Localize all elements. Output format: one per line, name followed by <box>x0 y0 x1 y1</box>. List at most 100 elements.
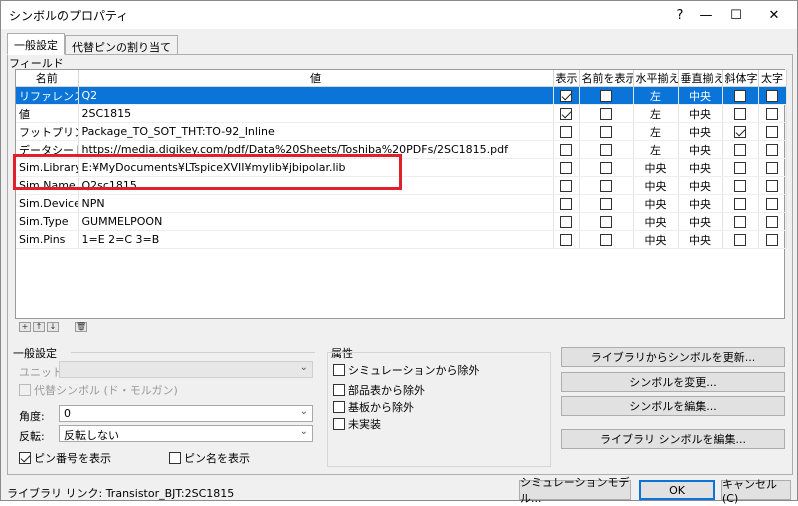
exclude-sim-checkbox[interactable]: シミュレーションから除外 <box>333 362 480 378</box>
cancel-button[interactable]: キャンセル (C) <box>721 478 791 505</box>
field-h-align-cell[interactable]: 中央 <box>633 212 679 231</box>
bold-checkbox[interactable] <box>766 126 778 138</box>
field-row[interactable]: Sim.Library E:¥MyDocuments¥LTspiceXVII¥my… <box>16 158 787 177</box>
header-name[interactable]: 名前 <box>16 70 79 87</box>
update-from-library-button[interactable]: ライブラリからシンボルを更新... <box>561 347 785 367</box>
unit-select[interactable]: ⌄ <box>59 361 313 378</box>
fields-grid[interactable]: 名前 値 表示 名前を表示 水平揃え 垂直揃え 斜体字 太字 リファレンスQ2 左… <box>15 69 787 319</box>
bold-checkbox[interactable] <box>766 180 778 192</box>
bold-checkbox[interactable] <box>766 144 778 156</box>
change-symbol-button[interactable]: シンボルを変更... <box>561 372 785 392</box>
field-v-align-cell[interactable]: 中央 <box>678 176 723 195</box>
field-show-cell[interactable] <box>553 230 580 249</box>
field-value-cell[interactable]: 2SC1815 <box>78 104 554 123</box>
field-show-cell[interactable] <box>553 212 580 231</box>
header-v-align[interactable]: 垂直揃え <box>678 70 723 87</box>
field-h-align-cell[interactable]: 左 <box>633 140 679 159</box>
show-pin-name-box[interactable] <box>169 452 181 464</box>
field-row[interactable]: リファレンスQ2 左中央 <box>16 86 787 105</box>
field-italic-cell[interactable] <box>722 230 759 249</box>
field-v-align-cell[interactable]: 中央 <box>678 140 723 159</box>
field-bold-cell[interactable] <box>758 176 787 195</box>
mirror-select[interactable]: 反転しない ⌄ <box>59 425 313 442</box>
field-italic-cell[interactable] <box>722 176 759 195</box>
header-show[interactable]: 表示 <box>553 70 580 87</box>
field-bold-cell[interactable] <box>758 104 787 123</box>
italic-checkbox[interactable] <box>734 198 746 210</box>
field-show-name-cell[interactable] <box>579 194 634 213</box>
field-v-align-cell[interactable]: 中央 <box>678 104 723 123</box>
field-row[interactable]: Sim.Pins 1=E 2=C 3=B 中央 中央 <box>16 230 787 249</box>
field-show-name-cell[interactable] <box>579 230 634 249</box>
italic-checkbox[interactable] <box>734 162 746 174</box>
field-h-align-cell[interactable]: 中央 <box>633 194 679 213</box>
field-value-cell[interactable]: 1=E 2=C 3=B <box>78 230 554 249</box>
italic-checkbox[interactable] <box>734 126 746 138</box>
italic-checkbox[interactable] <box>734 90 746 102</box>
show-name-checkbox[interactable] <box>600 198 612 210</box>
field-value-cell[interactable]: E:¥MyDocuments¥LTspiceXVII¥mylib¥jbipola… <box>78 158 554 177</box>
field-italic-cell[interactable] <box>722 212 759 231</box>
show-pin-number-box[interactable] <box>19 452 31 464</box>
show-checkbox[interactable] <box>560 198 572 210</box>
show-checkbox[interactable] <box>560 108 572 120</box>
header-italic[interactable]: 斜体字 <box>722 70 759 87</box>
field-v-align-cell[interactable]: 中央 <box>678 86 723 105</box>
header-h-align[interactable]: 水平揃え <box>633 70 679 87</box>
bold-checkbox[interactable] <box>766 90 778 102</box>
field-v-align-cell[interactable]: 中央 <box>678 212 723 231</box>
show-checkbox[interactable] <box>560 90 572 102</box>
edit-library-symbol-button[interactable]: ライブラリ シンボルを編集... <box>561 429 785 449</box>
bold-checkbox[interactable] <box>766 162 778 174</box>
close-button[interactable]: ✕ <box>751 1 797 29</box>
field-italic-cell[interactable] <box>722 140 759 159</box>
field-name-cell[interactable]: リファレンス <box>16 86 79 105</box>
field-h-align-cell[interactable]: 中央 <box>633 158 679 177</box>
field-row[interactable]: Sim.Device NPN 中央 中央 <box>16 194 787 213</box>
dnp-box[interactable] <box>333 418 345 430</box>
field-show-name-cell[interactable] <box>579 122 634 141</box>
add-field-button[interactable]: + <box>19 322 31 332</box>
field-bold-cell[interactable] <box>758 230 787 249</box>
field-show-cell[interactable] <box>553 158 580 177</box>
field-row[interactable]: データシートhttps://media.digikey.com/pdf/Data… <box>16 140 787 159</box>
field-name-cell[interactable]: Sim.Type <box>16 212 79 231</box>
field-h-align-cell[interactable]: 左 <box>633 86 679 105</box>
field-italic-cell[interactable] <box>722 122 759 141</box>
field-italic-cell[interactable] <box>722 86 759 105</box>
field-h-align-cell[interactable]: 中央 <box>633 230 679 249</box>
field-value-cell[interactable]: Q2sc1815 <box>78 176 554 195</box>
field-show-name-cell[interactable] <box>579 212 634 231</box>
field-value-cell[interactable]: https://media.digikey.com/pdf/Data%20She… <box>78 140 554 159</box>
field-value-cell[interactable]: GUMMELPOON <box>78 212 554 231</box>
field-bold-cell[interactable] <box>758 158 787 177</box>
field-show-cell[interactable] <box>553 86 580 105</box>
field-show-name-cell[interactable] <box>579 158 634 177</box>
edit-symbol-button[interactable]: シンボルを編集... <box>561 396 785 416</box>
field-name-cell[interactable]: Sim.Pins <box>16 230 79 249</box>
field-bold-cell[interactable] <box>758 194 787 213</box>
show-name-checkbox[interactable] <box>600 144 612 156</box>
exclude-sim-box[interactable] <box>333 364 345 376</box>
field-row[interactable]: フットプリントPackage_TO_SOT_THT:TO-92_Inline 左中… <box>16 122 787 141</box>
field-row[interactable]: Sim.Name Q2sc1815 中央 中央 <box>16 176 787 195</box>
field-italic-cell[interactable] <box>722 158 759 177</box>
field-value-cell[interactable]: Package_TO_SOT_THT:TO-92_Inline <box>78 122 554 141</box>
field-name-cell[interactable]: Sim.Device <box>16 194 79 213</box>
field-show-cell[interactable] <box>553 194 580 213</box>
italic-checkbox[interactable] <box>734 234 746 246</box>
alt-symbol-checkbox[interactable]: 代替シンボル (ド・モルガン) <box>19 382 178 398</box>
bold-checkbox[interactable] <box>766 108 778 120</box>
simulation-model-button[interactable]: シミュレーションモデル... <box>519 476 631 505</box>
show-name-checkbox[interactable] <box>600 126 612 138</box>
field-row[interactable]: Sim.Type GUMMELPOON 中央 中央 <box>16 212 787 231</box>
italic-checkbox[interactable] <box>734 108 746 120</box>
alt-symbol-checkbox-box[interactable] <box>19 384 31 396</box>
field-h-align-cell[interactable]: 左 <box>633 122 679 141</box>
field-show-name-cell[interactable] <box>579 104 634 123</box>
header-value[interactable]: 値 <box>78 70 554 87</box>
field-name-cell[interactable]: Sim.Name <box>16 176 79 195</box>
show-name-checkbox[interactable] <box>600 108 612 120</box>
bold-checkbox[interactable] <box>766 234 778 246</box>
field-show-name-cell[interactable] <box>579 176 634 195</box>
